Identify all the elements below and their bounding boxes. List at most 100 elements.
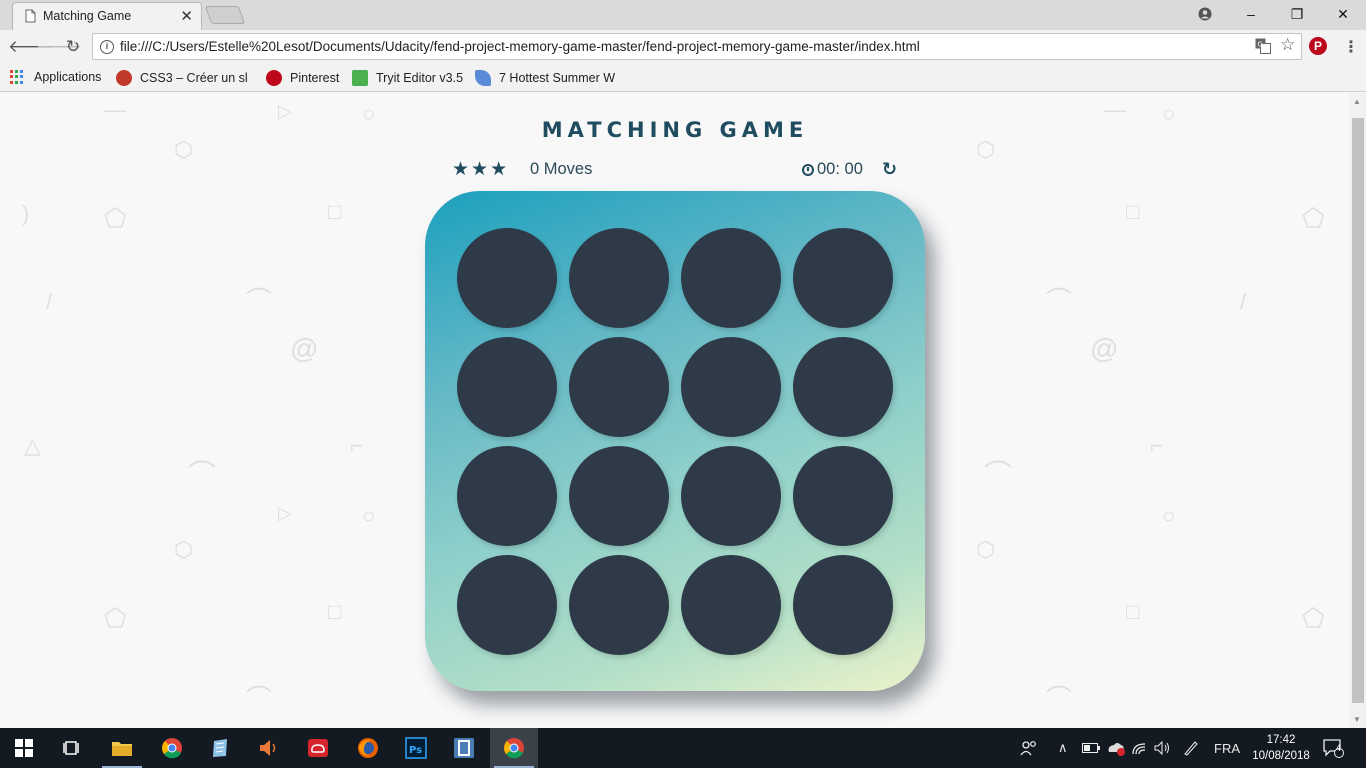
translate-icon[interactable]: G bbox=[1255, 38, 1271, 58]
tab-strip: Matching Game ✕ – ❐ ✕ bbox=[0, 0, 1366, 30]
zigzag-shape: ⌐ bbox=[350, 433, 363, 458]
profile-icon[interactable] bbox=[1182, 0, 1228, 28]
reload-button[interactable]: ↻ bbox=[63, 37, 83, 57]
people-icon[interactable] bbox=[1020, 728, 1038, 768]
star-icon: ★ bbox=[490, 159, 508, 180]
card[interactable] bbox=[457, 337, 557, 437]
card[interactable] bbox=[457, 446, 557, 546]
bookmark-label: Applications bbox=[34, 70, 102, 84]
square-shape: □ bbox=[328, 599, 342, 624]
restore-button[interactable]: ❐ bbox=[1274, 0, 1320, 28]
back-button[interactable]: 🡐 bbox=[8, 37, 54, 57]
card[interactable] bbox=[793, 446, 893, 546]
arc-shape: ) bbox=[22, 201, 30, 226]
vertical-scrollbar[interactable]: ▲ ▼ bbox=[1350, 93, 1366, 728]
wifi-icon[interactable] bbox=[1132, 728, 1148, 768]
card[interactable] bbox=[457, 555, 557, 655]
restart-icon[interactable]: ↻ bbox=[882, 159, 897, 180]
close-window-button[interactable]: ✕ bbox=[1320, 0, 1366, 28]
scrollbar-thumb[interactable] bbox=[1352, 118, 1364, 703]
hexagon-shape: ⬡ bbox=[976, 537, 996, 562]
w3schools-icon bbox=[352, 70, 368, 86]
page-viewport: — ▷ ○ ⬡ ⬠ □ ) @ ⌒ / △ ⌐ ⌒ ○ ▷ ⬡ ⬠ □ ⌒ — … bbox=[0, 93, 1350, 728]
card[interactable] bbox=[569, 337, 669, 437]
arc-shape: ⌒ bbox=[246, 286, 273, 316]
chrome-icon[interactable] bbox=[490, 728, 538, 768]
card[interactable] bbox=[569, 446, 669, 546]
minimize-button[interactable]: – bbox=[1228, 0, 1274, 28]
info-icon[interactable]: i bbox=[100, 40, 114, 54]
card[interactable] bbox=[681, 555, 781, 655]
spiral-shape: @ bbox=[1090, 333, 1119, 364]
tab-title: Matching Game bbox=[43, 9, 132, 23]
hexagon-shape: ⬡ bbox=[174, 537, 194, 562]
apps-grid-icon bbox=[10, 70, 24, 84]
bookmark-applications[interactable]: Applications bbox=[10, 70, 101, 84]
card[interactable] bbox=[681, 337, 781, 437]
chrome-icon[interactable] bbox=[148, 728, 196, 768]
star-icon: ★ bbox=[452, 159, 470, 180]
scroll-up-arrow[interactable]: ▲ bbox=[1353, 97, 1361, 106]
arc-shape: ⌒ bbox=[188, 459, 217, 490]
photoshop-icon[interactable]: Ps bbox=[392, 728, 440, 768]
scroll-down-arrow[interactable]: ▼ bbox=[1353, 715, 1361, 724]
chevron-up-icon[interactable]: ∧ bbox=[1058, 728, 1068, 768]
svg-text:Ps: Ps bbox=[409, 745, 422, 756]
card[interactable] bbox=[681, 446, 781, 546]
pinterest-icon bbox=[266, 70, 282, 86]
pen-icon[interactable] bbox=[1182, 728, 1200, 768]
creative-cloud-icon[interactable] bbox=[294, 728, 342, 768]
forward-button[interactable]: 🡒 bbox=[36, 37, 82, 57]
pinterest-extension-icon[interactable]: P bbox=[1309, 37, 1327, 55]
slash-shape: / bbox=[1240, 289, 1247, 314]
app-icon[interactable] bbox=[440, 728, 488, 768]
system-clock[interactable]: 17:42 10/08/2018 bbox=[1252, 732, 1310, 764]
arc-shape: ⌒ bbox=[1046, 286, 1073, 316]
firefox-icon[interactable] bbox=[344, 728, 392, 768]
document-icon bbox=[25, 9, 36, 23]
notifications-icon[interactable]: 4 bbox=[1322, 728, 1344, 768]
menu-icon[interactable]: ⋮ bbox=[1343, 37, 1359, 57]
clock-icon bbox=[802, 163, 814, 176]
card[interactable] bbox=[457, 228, 557, 328]
game-title: MATCHING GAME bbox=[541, 118, 809, 142]
start-icon[interactable] bbox=[0, 728, 48, 768]
volume-icon[interactable] bbox=[1154, 728, 1172, 768]
bookmark-label: Tryit Editor v3.5 bbox=[376, 71, 464, 85]
bookmark-pinterest[interactable]: Pinterest bbox=[266, 70, 339, 86]
bookmark-tryit[interactable]: Tryit Editor v3.5 bbox=[352, 70, 463, 86]
svg-text:G: G bbox=[1258, 41, 1263, 49]
address-bar[interactable]: i file:///C:/Users/Estelle%20Lesot/Docum… bbox=[92, 33, 1302, 60]
score-panel: ★ ★ ★ 0 Moves 00: 00 ↻ bbox=[452, 159, 898, 181]
circle-shape: ○ bbox=[1162, 503, 1176, 528]
file-explorer-icon[interactable] bbox=[98, 728, 146, 768]
card[interactable] bbox=[793, 555, 893, 655]
circle-shape: ○ bbox=[362, 503, 376, 528]
bookmark-summer[interactable]: 7 Hottest Summer W bbox=[475, 70, 615, 86]
task-view-icon[interactable] bbox=[48, 728, 96, 768]
card[interactable] bbox=[793, 337, 893, 437]
arc-shape: ⌒ bbox=[1046, 684, 1073, 714]
battery-icon[interactable] bbox=[1082, 728, 1100, 768]
star-rating: ★ ★ ★ bbox=[452, 159, 507, 181]
card[interactable] bbox=[569, 228, 669, 328]
card[interactable] bbox=[569, 555, 669, 655]
browser-tab[interactable]: Matching Game ✕ bbox=[12, 2, 202, 30]
bookmark-star-icon[interactable]: ☆ bbox=[1280, 35, 1295, 55]
square-shape: □ bbox=[328, 199, 342, 224]
card[interactable] bbox=[793, 228, 893, 328]
new-tab-button[interactable] bbox=[204, 6, 246, 24]
card[interactable] bbox=[681, 228, 781, 328]
language-indicator[interactable]: FRA bbox=[1214, 728, 1240, 768]
bookmark-label: Pinterest bbox=[290, 71, 340, 85]
triangle-shape: △ bbox=[24, 433, 41, 458]
notepad-icon[interactable] bbox=[196, 728, 244, 768]
bookmark-label: CSS3 – Créer un slid bbox=[140, 71, 248, 85]
square-shape: □ bbox=[1126, 199, 1140, 224]
bookmark-css3[interactable]: CSS3 – Créer un slid bbox=[116, 70, 248, 86]
speaker-app-icon[interactable] bbox=[244, 728, 292, 768]
bird-icon bbox=[475, 70, 491, 86]
security-alert-icon[interactable] bbox=[1106, 728, 1126, 768]
css3-favicon bbox=[116, 70, 132, 86]
close-tab-icon[interactable]: ✕ bbox=[180, 7, 193, 25]
